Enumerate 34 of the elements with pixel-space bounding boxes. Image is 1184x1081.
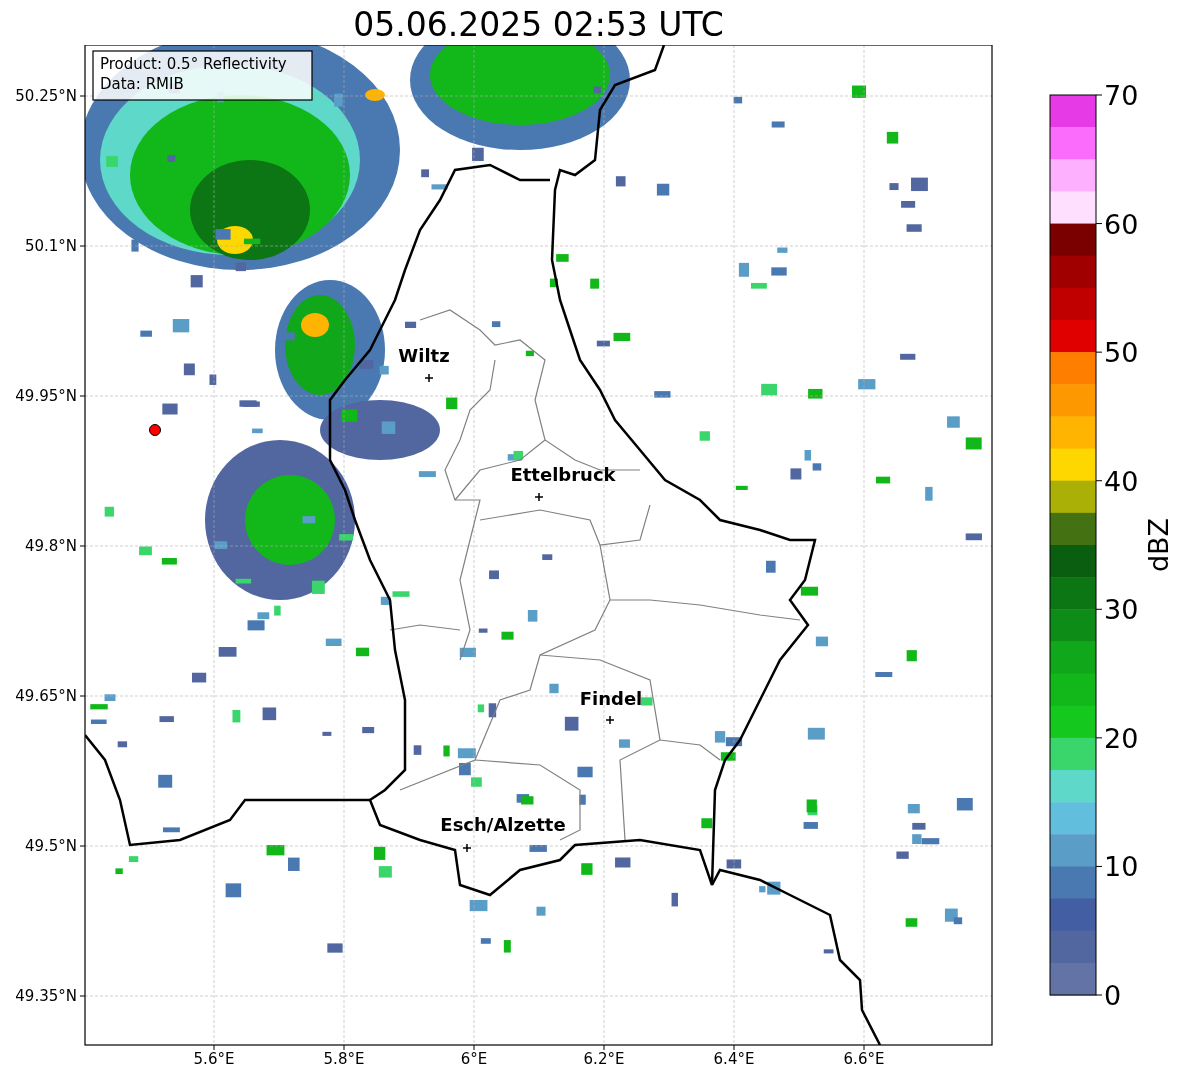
y-tick-label: 50.1°N (24, 237, 77, 255)
city-marker-icon (534, 492, 544, 502)
colorbar-tick-label: 70 (1104, 80, 1139, 111)
y-tick-label: 49.5°N (24, 837, 77, 855)
x-tick-label: 5.6°E (193, 1050, 235, 1068)
city-marker-icon (605, 715, 615, 725)
legend-text: Data: RMIB (100, 75, 184, 93)
chart-title: 05.06.2025 02:53 UTC (352, 4, 725, 45)
city-marker-icon (424, 373, 434, 383)
y-tick-label: 49.8°N (24, 537, 77, 555)
colorbar-tick-label: 40 (1104, 465, 1139, 497)
y-tick-label: 49.95°N (15, 387, 77, 405)
colorbar-tick-label: 20 (1104, 722, 1139, 754)
colorbar-tick-label: 30 (1104, 594, 1139, 626)
x-tick-label: 5.8°E (323, 1050, 365, 1068)
colorbar-tick-label: 0 (1104, 980, 1122, 1011)
x-tick-label: 6.2°E (583, 1050, 625, 1068)
city-label: Findel (579, 688, 643, 709)
x-tick-label: 6°E (460, 1050, 488, 1068)
x-tick-label: 6.4°E (713, 1050, 755, 1068)
legend-text: Product: 0.5° Reflectivity (100, 55, 287, 73)
x-tick-label: 6.6°E (843, 1050, 885, 1068)
y-tick-label: 49.35°N (15, 987, 77, 1005)
y-tick-label: 50.25°N (15, 87, 77, 105)
colorbar-label: dBZ (1143, 517, 1174, 573)
y-tick-label: 49.65°N (15, 687, 77, 705)
city-marker-icon (462, 843, 472, 853)
city-label: Ettelbruck (510, 464, 616, 485)
colorbar-tick-label: 50 (1104, 337, 1139, 369)
city-label: Wiltz (398, 345, 450, 366)
city-label: Esch/Alzette (440, 814, 566, 835)
colorbar-tick-label: 60 (1104, 208, 1139, 240)
colorbar-tick-label: 10 (1104, 851, 1139, 883)
radar-site-icon (149, 424, 161, 436)
